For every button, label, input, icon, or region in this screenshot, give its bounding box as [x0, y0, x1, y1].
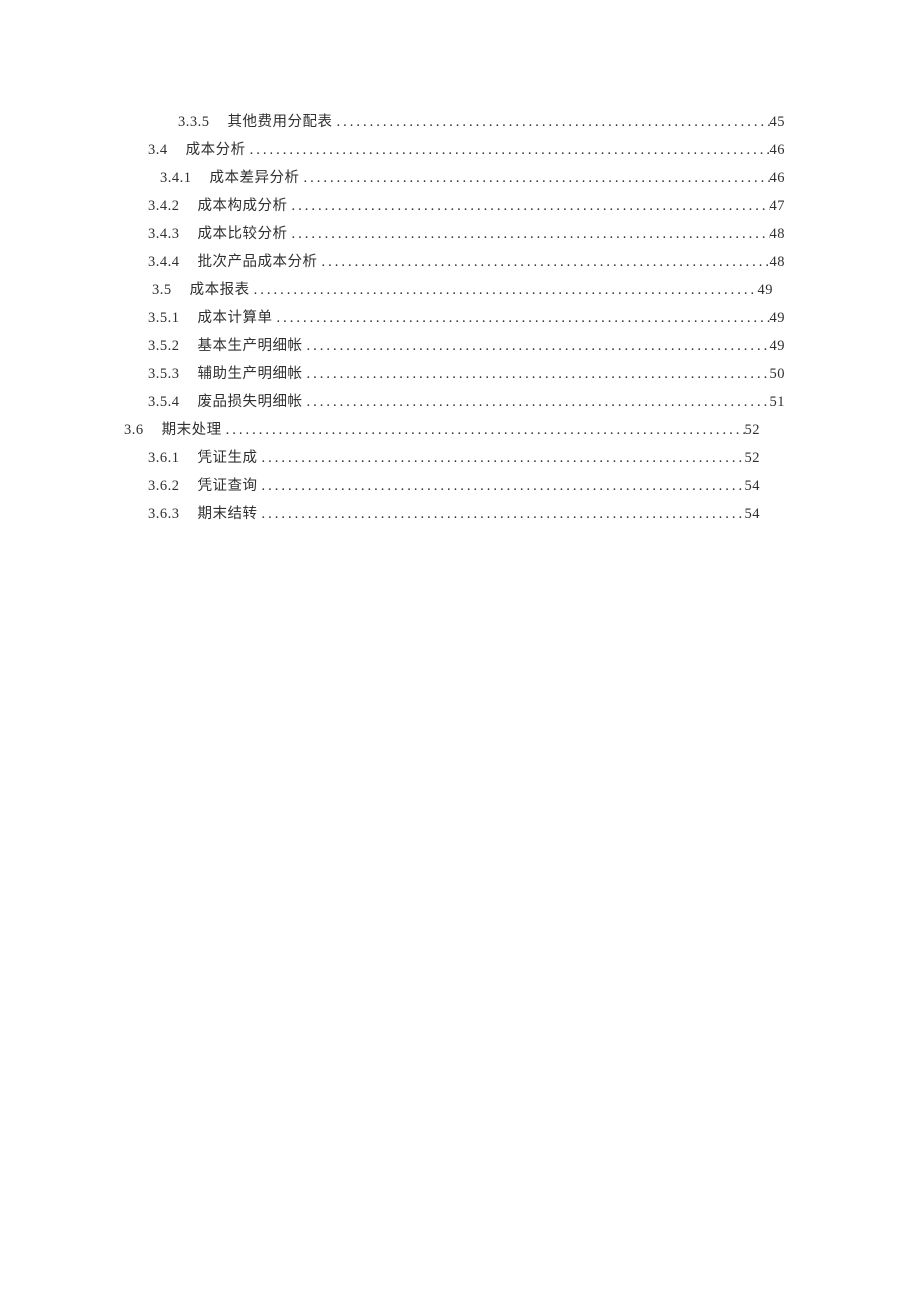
toc-entry-number: 3.4: [148, 136, 186, 164]
toc-entry-number: 3.6.1: [148, 444, 198, 472]
toc-leader-dots: [288, 220, 770, 248]
toc-leader-dots: [303, 360, 770, 388]
toc-entry-page: 49: [758, 276, 774, 304]
toc-leader-dots: [300, 164, 770, 192]
toc-entry-page: 51: [770, 388, 786, 416]
toc-entry-title: 成本构成分析: [198, 192, 288, 220]
toc-entry: 3.6期末处理 52: [124, 416, 760, 444]
toc-entry-number: 3.5.3: [148, 360, 198, 388]
toc-entry: 3.4.2成本构成分析 47: [148, 192, 785, 220]
toc-leader-dots: [333, 108, 770, 136]
toc-entry-number: 3.5: [152, 276, 190, 304]
toc-entry-title: 成本分析: [186, 136, 246, 164]
toc-leader-dots: [258, 500, 745, 528]
toc-entry: 3.4.4批次产品成本分析 48: [148, 248, 785, 276]
toc-leader-dots: [303, 388, 770, 416]
toc-entry: 3.5.4废品损失明细帐 51: [148, 388, 785, 416]
toc-leader-dots: [258, 444, 745, 472]
toc-leader-dots: [222, 416, 745, 444]
toc-entry: 3.5成本报表 49: [152, 276, 773, 304]
toc-entry-title: 成本报表: [190, 276, 250, 304]
toc-leader-dots: [273, 304, 770, 332]
toc-entry-title: 基本生产明细帐: [198, 332, 303, 360]
toc-entry-page: 50: [770, 360, 786, 388]
toc-entry-title: 其他费用分配表: [228, 108, 333, 136]
toc-entry-number: 3.5.1: [148, 304, 198, 332]
toc-entry-title: 凭证生成: [198, 444, 258, 472]
toc-entry-title: 废品损失明细帐: [198, 388, 303, 416]
toc-leader-dots: [318, 248, 770, 276]
toc-entry-page: 54: [745, 472, 761, 500]
toc-entry-number: 3.4.4: [148, 248, 198, 276]
table-of-contents: 3.3.5其他费用分配表453.4成本分析463.4.1成本差异分析463.4.…: [0, 108, 920, 528]
toc-entry-title: 期末处理: [162, 416, 222, 444]
toc-entry: 3.5.3辅助生产明细帐 50: [148, 360, 785, 388]
toc-entry-title: 批次产品成本分析: [198, 248, 318, 276]
toc-entry: 3.6.1凭证生成 52: [148, 444, 760, 472]
toc-leader-dots: [303, 332, 770, 360]
toc-entry-title: 成本差异分析: [210, 164, 300, 192]
toc-entry-page: 54: [745, 500, 761, 528]
toc-entry-number: 3.4.3: [148, 220, 198, 248]
toc-entry-page: 52: [745, 416, 761, 444]
toc-entry-title: 凭证查询: [198, 472, 258, 500]
toc-leader-dots: [258, 472, 745, 500]
toc-entry: 3.4.1成本差异分析 46: [160, 164, 785, 192]
toc-entry-number: 3.6: [124, 416, 162, 444]
toc-entry-page: 45: [770, 108, 786, 136]
toc-entry-page: 46: [770, 136, 786, 164]
toc-entry-title: 成本计算单: [198, 304, 273, 332]
toc-entry-page: 48: [770, 248, 786, 276]
toc-entry-page: 49: [770, 304, 786, 332]
toc-entry-page: 48: [770, 220, 786, 248]
toc-entry: 3.5.2基本生产明细帐 49: [148, 332, 785, 360]
toc-entry-number: 3.3.5: [178, 108, 228, 136]
toc-entry-title: 成本比较分析: [198, 220, 288, 248]
toc-entry: 3.6.2凭证查询 54: [148, 472, 760, 500]
toc-entry-number: 3.6.2: [148, 472, 198, 500]
toc-leader-dots: [250, 276, 758, 304]
toc-entry-number: 3.4.1: [160, 164, 210, 192]
toc-entry-page: 49: [770, 332, 786, 360]
toc-entry-page: 47: [770, 192, 786, 220]
toc-leader-dots: [288, 192, 770, 220]
document-page: 3.3.5其他费用分配表453.4成本分析463.4.1成本差异分析463.4.…: [0, 0, 920, 1301]
toc-entry: 3.4成本分析 46: [148, 136, 785, 164]
toc-entry: 3.3.5其他费用分配表 45: [178, 108, 785, 136]
toc-leader-dots: [246, 136, 770, 164]
toc-entry: 3.5.1成本计算单 49: [148, 304, 785, 332]
toc-entry-page: 52: [745, 444, 761, 472]
toc-entry: 3.4.3成本比较分析 48: [148, 220, 785, 248]
toc-entry-number: 3.4.2: [148, 192, 198, 220]
toc-entry-title: 期末结转: [198, 500, 258, 528]
toc-entry-number: 3.6.3: [148, 500, 198, 528]
toc-entry: 3.6.3期末结转 54: [148, 500, 760, 528]
toc-entry-page: 46: [770, 164, 786, 192]
toc-entry-number: 3.5.4: [148, 388, 198, 416]
toc-entry-title: 辅助生产明细帐: [198, 360, 303, 388]
toc-entry-number: 3.5.2: [148, 332, 198, 360]
